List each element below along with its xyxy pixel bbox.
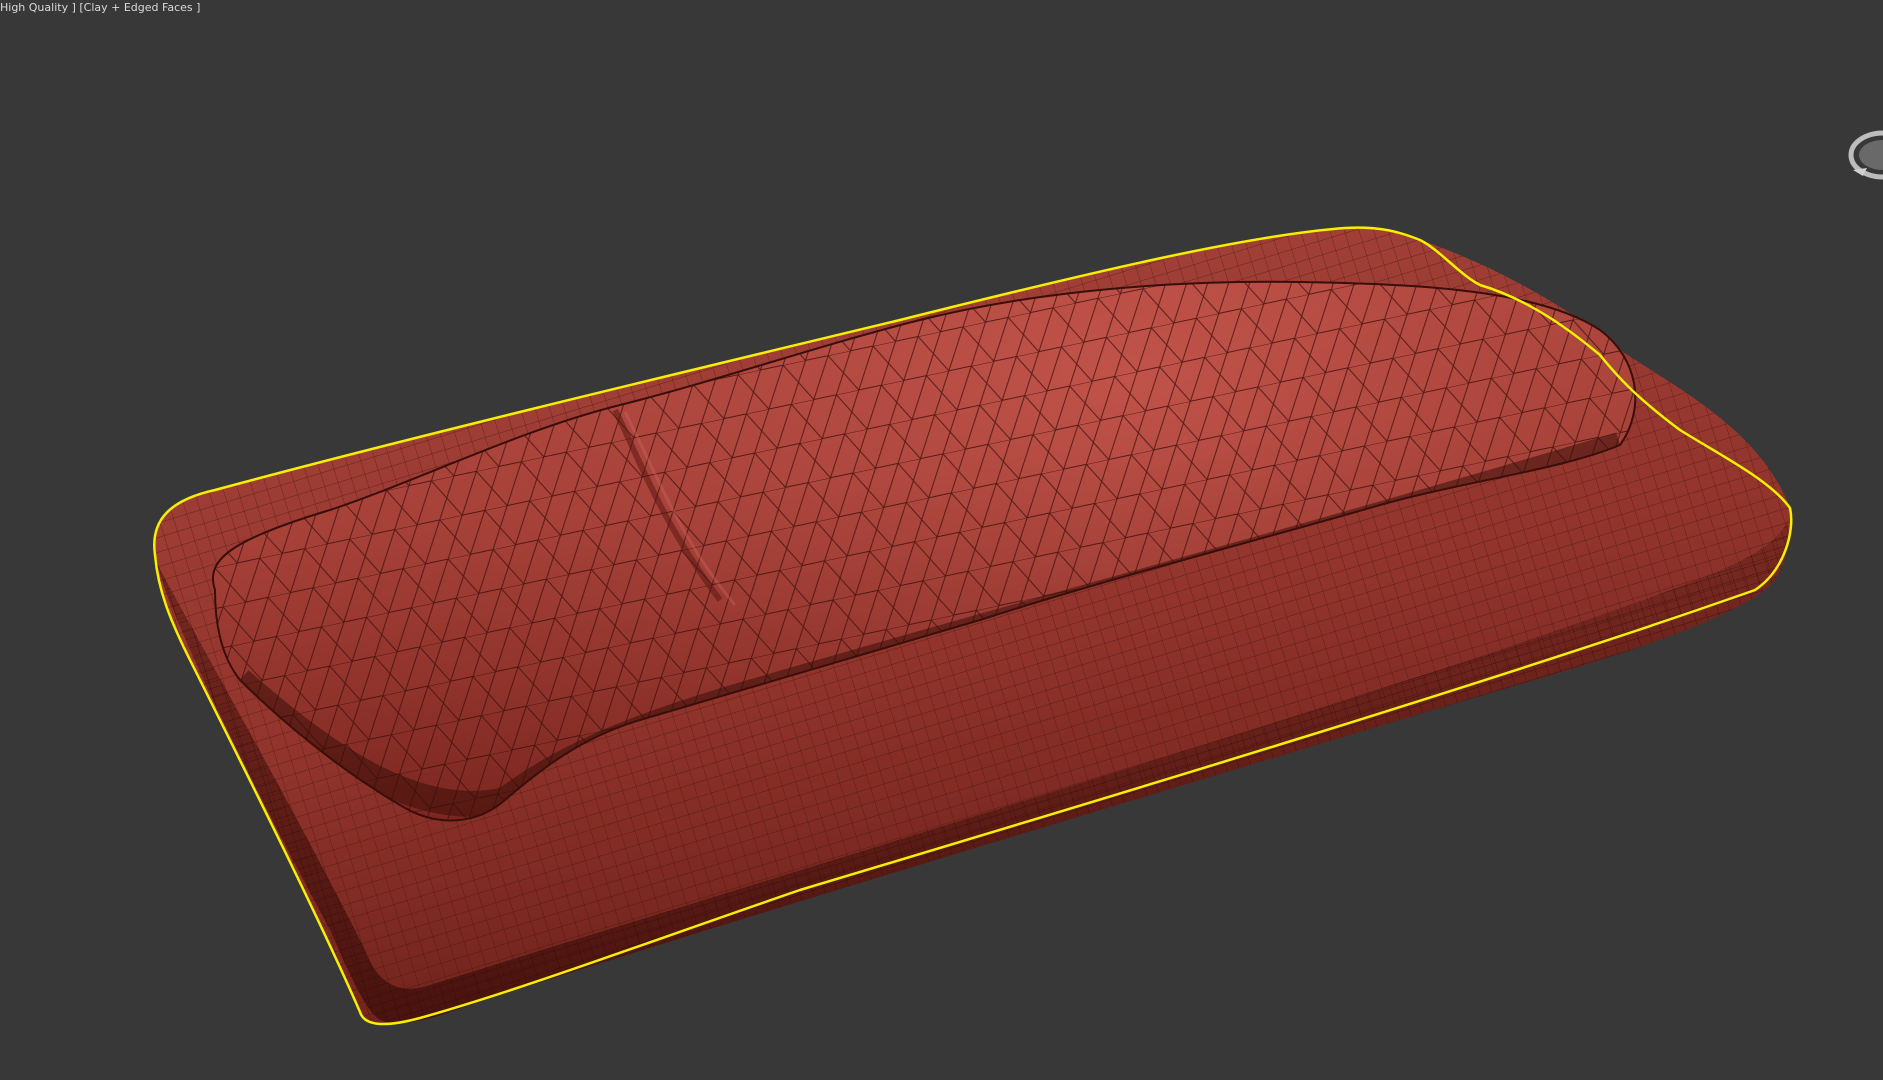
- viewcube[interactable]: [1833, 110, 1883, 200]
- viewport[interactable]: High Quality ] [Clay + Edged Faces ]: [0, 0, 1883, 1080]
- scene-canvas[interactable]: [0, 0, 1883, 1080]
- viewcube-icon: [1848, 130, 1883, 180]
